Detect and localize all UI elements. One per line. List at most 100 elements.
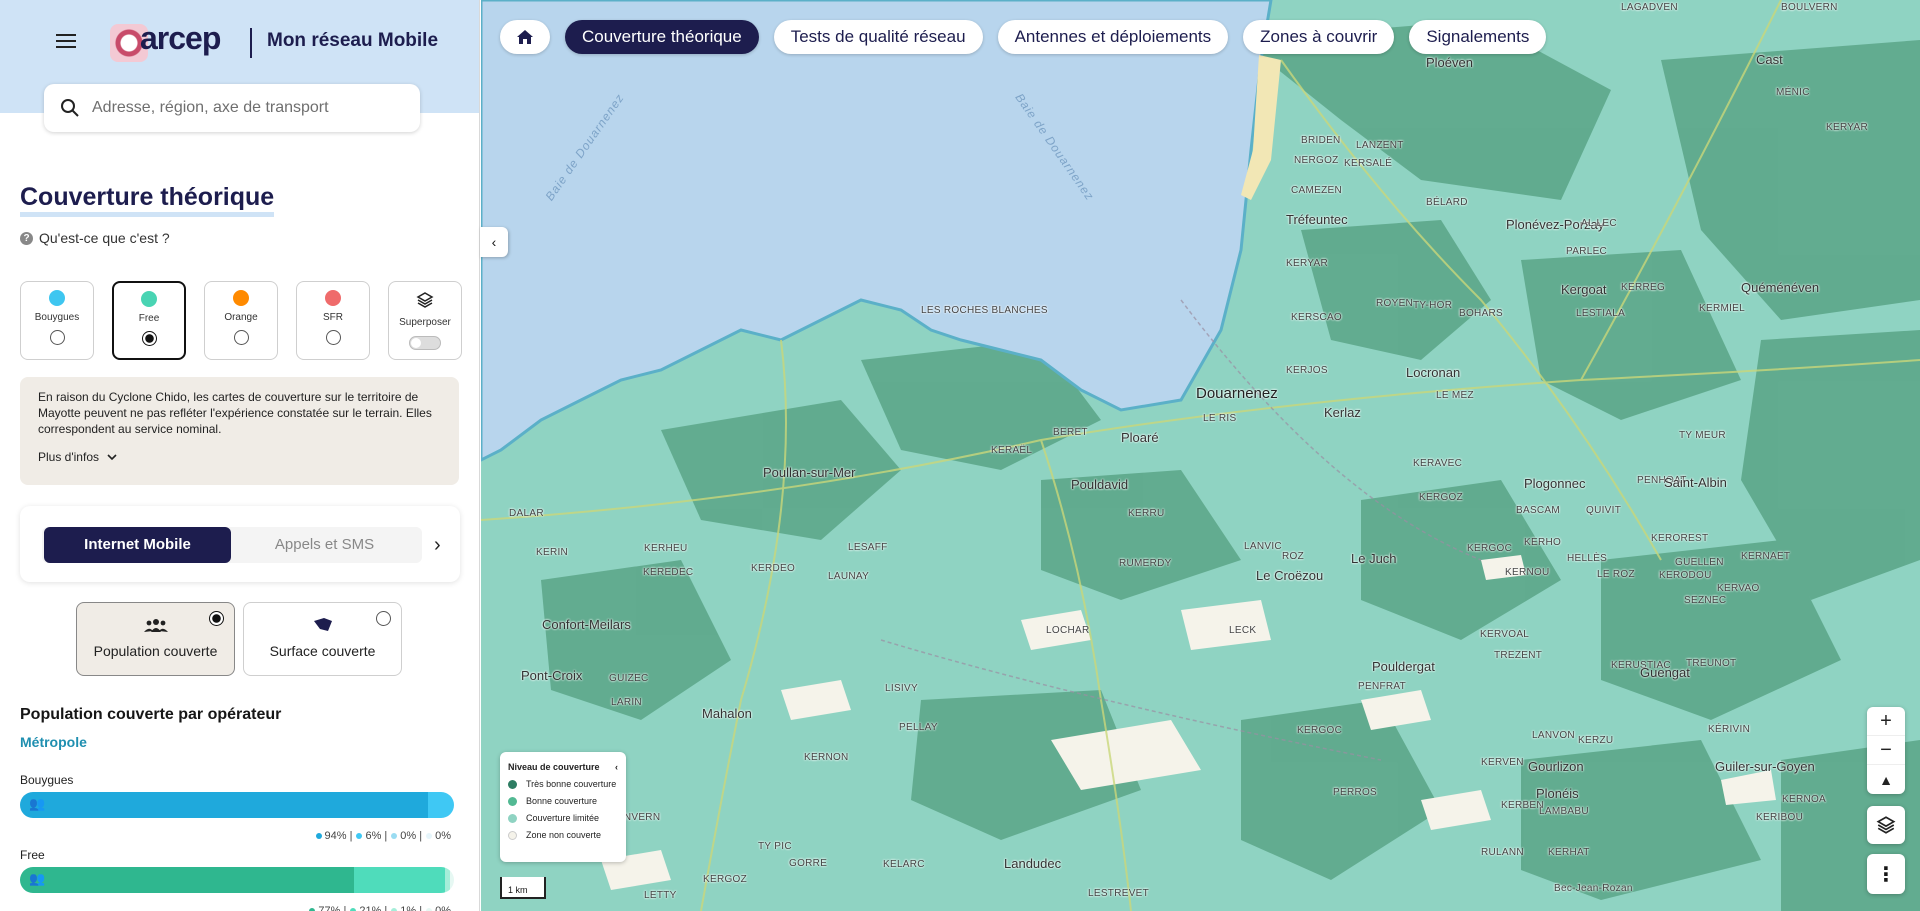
- search-input[interactable]: [92, 99, 392, 117]
- coverage-value: 94% |: [315, 830, 352, 842]
- operator-radio[interactable]: [233, 330, 249, 345]
- map-place-label: KERVAO: [1717, 583, 1760, 594]
- map-place-label: AL LEC: [1581, 218, 1617, 229]
- map-place-label: BOHARS: [1459, 308, 1504, 319]
- mode-population-radio[interactable]: [209, 611, 224, 626]
- coverage-value: 0%: [426, 830, 451, 842]
- map-place-label: PENFRAT: [1358, 681, 1407, 692]
- map-place-label: Landudec: [1004, 856, 1062, 871]
- bouygues-coverage-bar: 👥: [20, 792, 454, 818]
- coverage-value: 21% |: [350, 905, 387, 911]
- map-place-label: QUIVIT: [1586, 505, 1622, 516]
- collapse-sidebar-button[interactable]: ‹: [480, 227, 508, 257]
- whatis-link[interactable]: ? Qu'est-ce que c'est ?: [20, 230, 170, 246]
- map-place-label: KERHO: [1524, 537, 1562, 548]
- operator-radio[interactable]: [325, 330, 341, 345]
- reset-north-button[interactable]: ▲: [1867, 765, 1905, 794]
- whatis-label: Qu'est-ce que c'est ?: [39, 230, 170, 246]
- orange-color-dot: [233, 290, 249, 306]
- nav-antennes[interactable]: Antennes et déploiements: [997, 20, 1229, 54]
- map-place-label: LAGADVEN: [1621, 2, 1678, 13]
- map-place-label: HELLÈS: [1567, 553, 1608, 564]
- mode-population-card[interactable]: Population couverte: [76, 602, 235, 676]
- map-place-label: BOULVERN: [1781, 2, 1838, 13]
- map-place-label: Kerlaz: [1324, 405, 1361, 420]
- region-selector[interactable]: Métropole: [20, 734, 87, 750]
- home-icon: [517, 30, 533, 44]
- chevron-left-icon[interactable]: ‹: [615, 762, 618, 772]
- mode-surface-card[interactable]: Surface couverte: [243, 602, 402, 676]
- operator-card-bouygues[interactable]: Bouygues: [20, 281, 94, 360]
- map-place-label: KERNOA: [1782, 794, 1827, 805]
- map-place-label: MÉNIC: [1776, 87, 1810, 98]
- coverage-map[interactable]: LAGADVEN BOULVERN Cast Ploéven MÉNIC KERYAR BR…: [481, 0, 1920, 911]
- nav-couverture-theorique[interactable]: Couverture théorique: [565, 20, 759, 54]
- operator-card-sfr[interactable]: SFR: [296, 281, 370, 360]
- map-canvas: [481, 0, 1920, 911]
- menu-icon[interactable]: [54, 30, 78, 54]
- legend-label: Couverture limitée: [526, 813, 600, 823]
- operator-radio[interactable]: [141, 331, 157, 346]
- more-options-button[interactable]: ⋮: [1867, 854, 1905, 894]
- map-place-label: KERNAET: [1741, 551, 1791, 562]
- operator-card-orange[interactable]: Orange: [204, 281, 278, 360]
- tab-internet-mobile[interactable]: Internet Mobile: [44, 527, 231, 563]
- layers-button[interactable]: [1867, 806, 1905, 844]
- nav-signalements[interactable]: Signalements: [1409, 20, 1547, 54]
- coverage-segment: [449, 867, 454, 893]
- kebab-icon: ⋮: [1876, 863, 1896, 886]
- map-place-label: KERAËL: [991, 445, 1033, 456]
- map-place-label: NERGOZ: [1294, 155, 1339, 166]
- map-place-label: PERROS: [1333, 787, 1378, 798]
- bouygues-color-dot: [49, 290, 65, 306]
- operator-card-free[interactable]: Free: [112, 281, 186, 360]
- map-place-label: KERNOU: [1505, 567, 1550, 578]
- map-place-label: KERIBOU: [1756, 812, 1804, 823]
- mode-surface-label: Surface couverte: [269, 643, 376, 659]
- home-button[interactable]: [500, 20, 550, 54]
- map-place-label: LESAFF: [848, 542, 888, 553]
- nav-tests-qualite[interactable]: Tests de qualité réseau: [773, 20, 983, 54]
- map-place-label: Plogonnec: [1524, 476, 1586, 491]
- zoom-out-button[interactable]: −: [1867, 736, 1905, 765]
- map-place-label: LARIN: [611, 697, 642, 708]
- map-place-label: KERDEO: [751, 563, 796, 574]
- legend-label: Zone non couverte: [526, 830, 602, 840]
- free-bar-label: Free: [20, 848, 45, 862]
- nav-zones-a-couvrir[interactable]: Zones à couvrir: [1243, 20, 1395, 54]
- map-place-label: LESTIALA: [1576, 308, 1626, 319]
- map-place-label: Tréfeuntec: [1286, 212, 1348, 227]
- zoom-in-button[interactable]: +: [1867, 707, 1905, 736]
- operator-card-superposer[interactable]: Superposer: [388, 281, 462, 360]
- legend-item: Très bonne couverture: [508, 779, 618, 789]
- map-place-label: Plonéis: [1536, 786, 1579, 801]
- coverage-value: 1% |: [391, 905, 422, 911]
- more-info-link[interactable]: Plus d'infos: [38, 449, 441, 465]
- mode-surface-radio[interactable]: [376, 611, 391, 626]
- map-place-label: KERVOAL: [1480, 629, 1530, 640]
- map-place-label: TY PIC: [758, 841, 792, 852]
- map-place-label: Quéménéven: [1741, 280, 1820, 295]
- operator-radio[interactable]: [49, 330, 65, 345]
- map-place-label: Pouldergat: [1372, 659, 1435, 674]
- map-place-label: LESTREVET: [1088, 888, 1150, 899]
- chevron-right-icon[interactable]: ›: [434, 534, 441, 557]
- map-place-label: Poullan-sur-Mer: [763, 465, 856, 480]
- superposer-toggle[interactable]: [409, 336, 441, 350]
- operator-label: Orange: [224, 312, 258, 323]
- map-place-label: KERGOZ: [1419, 492, 1464, 503]
- bouygues-bar-label: Bouygues: [20, 773, 74, 787]
- chevron-left-icon: ‹: [491, 234, 497, 250]
- map-place-label: Kergoat: [1561, 282, 1607, 297]
- map-place-label: BASCAM: [1516, 505, 1561, 516]
- more-info-label: Plus d'infos: [38, 450, 99, 464]
- map-place-label: BERET: [1053, 427, 1088, 438]
- page-title: Couverture théorique: [20, 182, 275, 217]
- map-place-label: Guengat: [1640, 665, 1690, 680]
- layers-icon: [416, 292, 434, 308]
- search-bar[interactable]: [44, 84, 420, 132]
- map-place-label: KERAVEC: [1413, 458, 1463, 469]
- tab-calls-sms[interactable]: Appels et SMS: [231, 527, 418, 563]
- map-place-label: KERNON: [804, 752, 849, 763]
- operator-label: Free: [138, 313, 160, 324]
